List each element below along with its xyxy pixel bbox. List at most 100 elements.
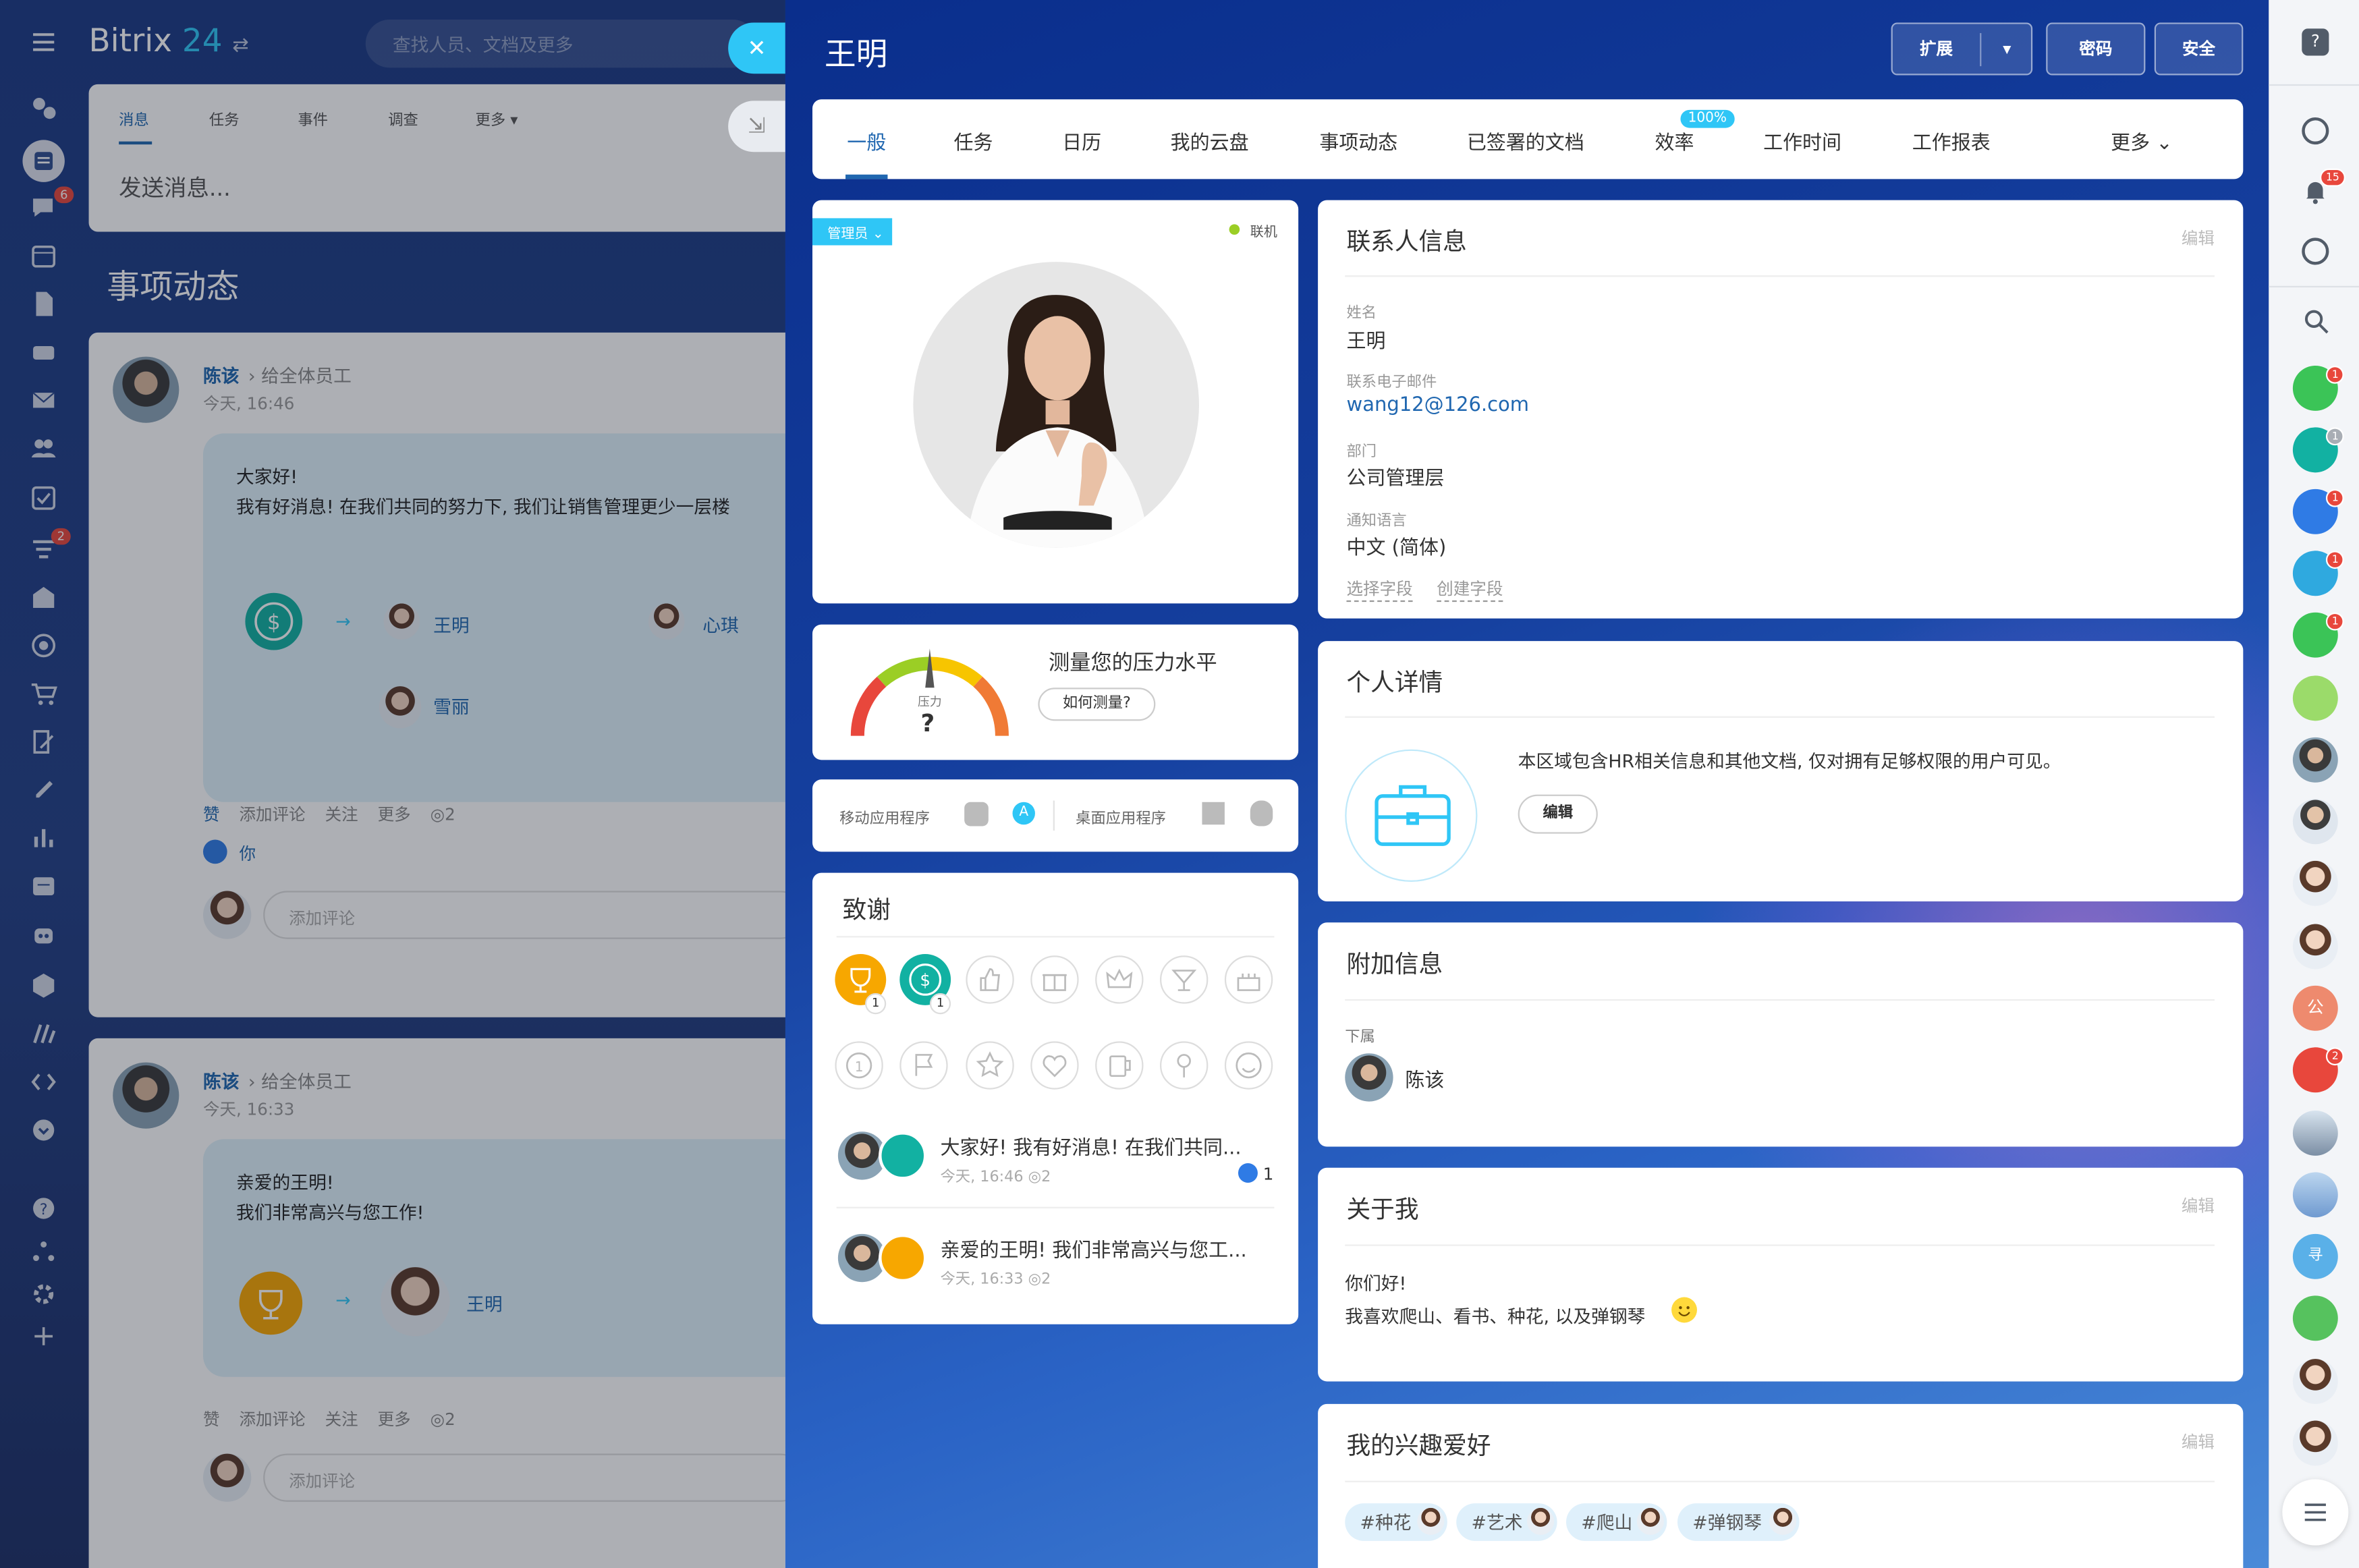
divider bbox=[1345, 716, 2215, 718]
apple-icon[interactable] bbox=[1250, 800, 1273, 827]
create-field-link[interactable]: 创建字段 bbox=[1437, 576, 1503, 603]
password-button[interactable]: 密码 bbox=[2046, 22, 2146, 76]
smile-icon[interactable] bbox=[1224, 1041, 1273, 1090]
cocktail-icon[interactable] bbox=[1160, 955, 1209, 1004]
tab-drive[interactable]: 我的云盘 bbox=[1171, 126, 1249, 155]
contact-title: 联系人信息 bbox=[1346, 227, 1467, 256]
subordinate-name[interactable]: 陈该 bbox=[1405, 1064, 1444, 1092]
edit-link[interactable]: 编辑 bbox=[2182, 226, 2215, 250]
avatar-card: 管理员 ⌄ 联机 bbox=[812, 200, 1299, 604]
efficiency-badge: 100% bbox=[1680, 109, 1735, 128]
crown-icon[interactable] bbox=[1095, 955, 1144, 1004]
briefcase-icon bbox=[1345, 749, 1478, 882]
profile-photo[interactable] bbox=[913, 262, 1199, 548]
user-initial-avatar[interactable]: 寻 bbox=[2292, 1233, 2338, 1279]
field-email[interactable]: wang12@126.com bbox=[1346, 394, 1529, 416]
hobby-tag[interactable]: #弹钢琴 bbox=[1677, 1503, 1800, 1541]
divider bbox=[1345, 1480, 2215, 1482]
tab-general[interactable]: 一般 bbox=[847, 126, 886, 155]
app-store-icon[interactable]: A bbox=[1012, 802, 1035, 825]
how-to-measure-button[interactable]: 如何测量? bbox=[1038, 688, 1156, 721]
field-label: 联系电子邮件 bbox=[1346, 374, 1437, 391]
field-language: 中文 (简体) bbox=[1346, 537, 1447, 560]
field-label: 通知语言 bbox=[1346, 513, 1407, 530]
messages-icon[interactable] bbox=[2302, 237, 2329, 265]
flag-icon[interactable] bbox=[899, 1041, 948, 1090]
divider bbox=[1345, 275, 2215, 277]
avatar[interactable] bbox=[1345, 1053, 1393, 1102]
user-avatar[interactable] bbox=[2292, 799, 2338, 845]
tab-tasks[interactable]: 任务 bbox=[954, 126, 993, 155]
search-icon[interactable] bbox=[2304, 308, 2331, 335]
user-avatar[interactable] bbox=[2292, 860, 2338, 906]
like-icon bbox=[1238, 1163, 1258, 1183]
tab-signed-docs[interactable]: 已签署的文档 bbox=[1467, 126, 1584, 155]
desktop-apps-label: 桌面应用程序 bbox=[1076, 811, 1166, 828]
open-lines-icon[interactable] bbox=[2302, 117, 2329, 145]
tab-worktime[interactable]: 工作时间 bbox=[1763, 126, 1841, 155]
role-badge[interactable]: 管理员 ⌄ bbox=[812, 218, 893, 246]
apps-card: 移动应用程序 A 桌面应用程序 bbox=[812, 779, 1299, 852]
additional-title: 附加信息 bbox=[1346, 949, 1443, 978]
number-one-icon[interactable]: 1 bbox=[835, 1041, 883, 1090]
star-icon[interactable] bbox=[966, 1041, 1014, 1090]
hobbies-card: 我的兴趣爱好 编辑 bbox=[1318, 1403, 2244, 1568]
edit-link[interactable]: 编辑 bbox=[2182, 1194, 2215, 1218]
avatar bbox=[1417, 1507, 1445, 1535]
thanks-item-time: 今天, 16:46 ◎2 bbox=[940, 1169, 1051, 1186]
chevron-down-icon[interactable]: ▾ bbox=[1983, 24, 2031, 74]
about-title: 关于我 bbox=[1346, 1194, 1419, 1224]
edit-button[interactable]: 编辑 bbox=[1518, 794, 1598, 834]
user-avatar[interactable] bbox=[2292, 1110, 2338, 1156]
tab-more[interactable]: 更多 ⌄ bbox=[2111, 126, 2173, 155]
beer-icon[interactable] bbox=[1095, 1041, 1144, 1090]
windows-icon[interactable] bbox=[1202, 802, 1225, 825]
tasks-chat-icon[interactable] bbox=[2292, 675, 2338, 721]
security-button[interactable]: 安全 bbox=[2154, 22, 2244, 76]
thanks-item-text[interactable]: 亲爱的王明! 我们非常高兴与您工... bbox=[940, 1234, 1246, 1262]
close-icon[interactable]: ✕ bbox=[728, 22, 785, 74]
thanks-item-likes: 1 bbox=[1238, 1163, 1273, 1184]
user-avatar[interactable] bbox=[2292, 1420, 2338, 1466]
user-avatar[interactable] bbox=[2292, 1172, 2338, 1218]
heart-icon[interactable] bbox=[1030, 1041, 1079, 1090]
extend-button[interactable]: 扩展 ▾ bbox=[1891, 22, 2033, 76]
tab-calendar[interactable]: 日历 bbox=[1062, 126, 1101, 155]
divider bbox=[1345, 1244, 2215, 1246]
badge-count: 1 bbox=[929, 993, 951, 1015]
avatar bbox=[1636, 1507, 1664, 1535]
about-card: 关于我 编辑 你们好! 我喜欢爬山、看书、种花, 以及弹钢琴 bbox=[1318, 1167, 2244, 1382]
user-avatar[interactable] bbox=[2292, 737, 2338, 783]
tab-efficiency[interactable]: 效率 bbox=[1655, 126, 1694, 155]
additional-card: 附加信息 下属 陈该 bbox=[1318, 922, 2244, 1147]
thanks-item-time: 今天, 16:33 ◎2 bbox=[940, 1271, 1051, 1289]
android-icon[interactable] bbox=[964, 802, 989, 827]
edit-link[interactable]: 编辑 bbox=[2182, 1430, 2215, 1454]
field-label: 姓名 bbox=[1346, 305, 1377, 323]
cake-icon[interactable] bbox=[1224, 955, 1273, 1004]
select-fields-link[interactable]: 选择字段 bbox=[1346, 576, 1413, 603]
thumb-up-icon[interactable] bbox=[966, 955, 1014, 1004]
divider bbox=[836, 936, 1275, 938]
hobby-tag[interactable]: #种花 bbox=[1345, 1503, 1447, 1541]
gift-icon[interactable] bbox=[1030, 955, 1079, 1004]
hobby-tag[interactable]: #爬山 bbox=[1566, 1503, 1667, 1541]
company-chat-icon[interactable]: 公 bbox=[2292, 985, 2338, 1031]
tab-reports[interactable]: 工作报表 bbox=[1912, 126, 1991, 155]
avatar bbox=[1527, 1507, 1555, 1535]
divider bbox=[2269, 84, 2359, 86]
collapse-icon[interactable]: ⇲ bbox=[728, 101, 785, 152]
user-avatar[interactable] bbox=[2292, 924, 2338, 970]
tab-feed[interactable]: 事项动态 bbox=[1319, 126, 1397, 155]
hobby-tag[interactable]: #艺术 bbox=[1456, 1503, 1557, 1541]
thanks-item-text[interactable]: 大家好! 我有好消息! 在我们共同... bbox=[940, 1131, 1241, 1160]
contact-list-icon[interactable] bbox=[2282, 1479, 2349, 1546]
stress-value: ? bbox=[920, 708, 935, 737]
field-department: 公司管理层 bbox=[1346, 468, 1445, 491]
flower-icon[interactable] bbox=[1160, 1041, 1209, 1090]
group-chat-icon[interactable] bbox=[2292, 1295, 2338, 1341]
user-avatar[interactable] bbox=[2292, 1358, 2338, 1404]
mobile-apps-label: 移动应用程序 bbox=[839, 811, 930, 828]
help-icon[interactable]: ? bbox=[2302, 28, 2329, 56]
thanks-title: 致谢 bbox=[842, 895, 891, 924]
